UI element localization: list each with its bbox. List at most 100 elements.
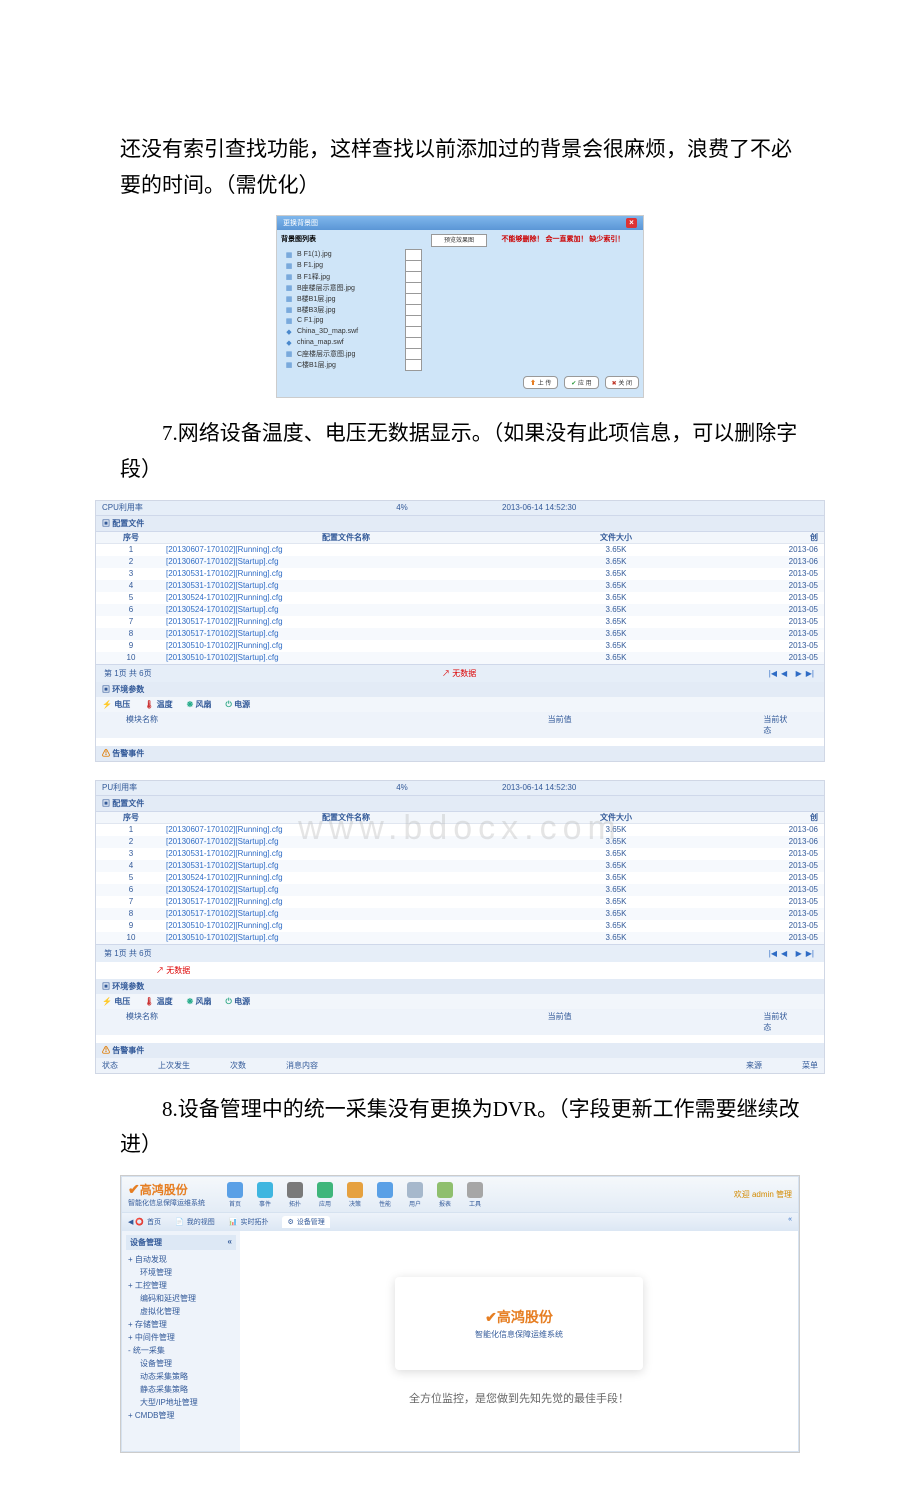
tab-fan[interactable]: ❋ 风扇 bbox=[187, 996, 212, 1007]
brand-logo: ✔高鸿股份 bbox=[128, 1181, 205, 1198]
table-row[interactable]: 2[20130607-170102][Startup].cfg3.65K2013… bbox=[96, 556, 824, 568]
table-row[interactable]: 6[20130524-170102][Startup].cfg3.65K2013… bbox=[96, 604, 824, 616]
config-section: ▣ 配置文件 bbox=[96, 796, 824, 812]
list-item[interactable]: B F1(1).jpg bbox=[297, 251, 405, 258]
tab-temp[interactable]: 🌡 温度 bbox=[144, 699, 172, 710]
menu-item[interactable]: 用户 bbox=[407, 1182, 423, 1208]
pager-nav[interactable]: |◀◀ ▶▶| bbox=[767, 949, 816, 958]
table-row[interactable]: 5[20130524-170102][Running].cfg3.65K2013… bbox=[96, 872, 824, 884]
menu-item[interactable]: 性能 bbox=[377, 1182, 393, 1208]
alarm-title: 告警事件 bbox=[112, 749, 144, 758]
tree-item[interactable]: 大型/IP地址管理 bbox=[126, 1396, 236, 1409]
image-icon: ◆ bbox=[281, 339, 297, 347]
menu-item[interactable]: 工具 bbox=[467, 1182, 483, 1208]
tree-item[interactable]: 虚拟化管理 bbox=[126, 1305, 236, 1318]
tab-voltage[interactable]: ⚡ 电压 bbox=[102, 699, 130, 710]
tab-myview[interactable]: 📄 我的视图 bbox=[175, 1216, 215, 1228]
list-item[interactable]: B座楼层示意图.jpg bbox=[297, 283, 405, 293]
table-row[interactable]: 5[20130524-170102][Running].cfg3.65K2013… bbox=[96, 592, 824, 604]
stat-value: 当前值 bbox=[386, 1009, 733, 1035]
table-row[interactable]: 6[20130524-170102][Startup].cfg3.65K2013… bbox=[96, 884, 824, 896]
table-row[interactable]: 10[20130510-170102][Startup].cfg3.65K201… bbox=[96, 652, 824, 664]
table-row[interactable]: 4[20130531-170102][Startup].cfg3.65K2013… bbox=[96, 580, 824, 592]
paragraph-7: 7.网络设备温度、电压无数据显示。（如果没有此项信息，可以删除字段） bbox=[120, 416, 800, 487]
tree-item[interactable]: - 统一采集 bbox=[126, 1344, 236, 1357]
table-row[interactable]: 8[20130517-170102][Startup].cfg3.65K2013… bbox=[96, 628, 824, 640]
tree-item[interactable]: 设备管理 bbox=[126, 1357, 236, 1370]
tree-item[interactable]: + 存储管理 bbox=[126, 1318, 236, 1331]
table-row[interactable]: 1[20130607-170102][Running].cfg3.65K2013… bbox=[96, 824, 824, 836]
menu-item[interactable]: 首页 bbox=[227, 1182, 243, 1208]
tab-bar: ◀ ⭕ 首页 📄 我的视图 📊 实时拓扑 ⚙ 设备管理 « bbox=[121, 1213, 799, 1231]
no-data-annotation: ↗ 无数据 bbox=[156, 966, 190, 975]
stat-state: 当前状态 bbox=[733, 712, 824, 738]
col-size: 文件大小 bbox=[526, 532, 706, 543]
table-row[interactable]: 1[20130607-170102][Running].cfg3.65K2013… bbox=[96, 544, 824, 556]
menu-item[interactable]: 应用 bbox=[317, 1182, 333, 1208]
col-index: 序号 bbox=[96, 532, 166, 543]
sidebar-title: 设备管理 « bbox=[126, 1235, 236, 1250]
table-row[interactable]: 3[20130531-170102][Running].cfg3.65K2013… bbox=[96, 568, 824, 580]
list-item[interactable]: B F1.jpg bbox=[297, 262, 405, 269]
table-row[interactable]: 10[20130510-170102][Startup].cfg3.65K201… bbox=[96, 932, 824, 944]
table-row[interactable]: 3[20130531-170102][Running].cfg3.65K2013… bbox=[96, 848, 824, 860]
table-row[interactable]: 7[20130517-170102][Running].cfg3.65K2013… bbox=[96, 616, 824, 628]
menu-item[interactable]: 事件 bbox=[257, 1182, 273, 1208]
config-section: ▣ 配置文件 bbox=[96, 516, 824, 532]
tab-voltage[interactable]: ⚡ 电压 bbox=[102, 996, 130, 1007]
tab-home[interactable]: ◀ ⭕ 首页 bbox=[128, 1216, 161, 1228]
tree-item[interactable]: + 中间件管理 bbox=[126, 1331, 236, 1344]
tab-power[interactable]: ⏻ 电源 bbox=[226, 996, 251, 1007]
tree-item[interactable]: + 自动发现 bbox=[126, 1253, 236, 1266]
power-icon: ⏻ bbox=[226, 997, 232, 1006]
menu-item[interactable]: 决策 bbox=[347, 1182, 363, 1208]
tree-item[interactable]: + 工控管理 bbox=[126, 1279, 236, 1292]
menu-item[interactable]: 报表 bbox=[437, 1182, 453, 1208]
table-row[interactable]: 7[20130517-170102][Running].cfg3.65K2013… bbox=[96, 896, 824, 908]
list-item[interactable]: C座楼层示意图.jpg bbox=[297, 349, 405, 359]
apply-button[interactable]: ✔ 应 用 bbox=[564, 376, 598, 389]
table-row[interactable]: 9[20130510-170102][Running].cfg3.65K2013… bbox=[96, 920, 824, 932]
table-row[interactable]: 9[20130510-170102][Running].cfg3.65K2013… bbox=[96, 640, 824, 652]
pager-nav[interactable]: |◀◀ ▶▶| bbox=[767, 669, 816, 678]
tab-topology[interactable]: 📊 实时拓扑 bbox=[229, 1216, 269, 1228]
env-section: ▣ 环境参数 bbox=[96, 682, 824, 697]
tree-item[interactable]: 环境管理 bbox=[126, 1266, 236, 1279]
config-panel-large: www.bdocx.com PU利用率 4% 2013-06-14 14:52:… bbox=[95, 780, 825, 1074]
close-button[interactable]: ✖ 关 闭 bbox=[605, 376, 639, 389]
alarm-col-count: 次数 bbox=[230, 1060, 246, 1071]
list-item[interactable]: C楼B1层.jpg bbox=[297, 360, 405, 370]
menu-item[interactable]: 拓扑 bbox=[287, 1182, 303, 1208]
tab-power[interactable]: ⏻ 电源 bbox=[226, 699, 251, 710]
tree-item[interactable]: 编码和延迟管理 bbox=[126, 1292, 236, 1305]
table-row[interactable]: 2[20130607-170102][Startup].cfg3.65K2013… bbox=[96, 836, 824, 848]
slogan: 全方位监控，是您做到先知先觉的最佳手段！ bbox=[409, 1390, 629, 1406]
list-item[interactable]: B F1释.jpg bbox=[297, 272, 405, 282]
env-tabs: ⚡ 电压 🌡 温度 ❋ 风扇 ⏻ 电源 bbox=[96, 697, 824, 712]
item-action[interactable] bbox=[405, 359, 422, 371]
upload-button[interactable]: ⬆ 上 传 bbox=[523, 376, 558, 389]
image-icon: ▦ bbox=[281, 350, 297, 358]
list-item[interactable]: B楼B3层.jpg bbox=[297, 305, 405, 315]
tree-item[interactable]: 静态采集策略 bbox=[126, 1383, 236, 1396]
tree-item[interactable]: 动态采集策略 bbox=[126, 1370, 236, 1383]
main-content: ✔高鸿股份 智能化信息保障运维系统 全方位监控，是您做到先知先觉的最佳手段！ bbox=[240, 1231, 798, 1451]
table-row[interactable]: 8[20130517-170102][Startup].cfg3.65K2013… bbox=[96, 908, 824, 920]
list-item[interactable]: china_map.swf bbox=[297, 339, 405, 346]
image-icon: ▦ bbox=[281, 317, 297, 325]
thermo-icon: 🌡 bbox=[144, 997, 154, 1006]
cpu-label: PU利用率 bbox=[96, 782, 302, 793]
tab-device-mgmt[interactable]: ⚙ 设备管理 bbox=[282, 1216, 329, 1228]
table-row[interactable]: 4[20130531-170102][Startup].cfg3.65K2013… bbox=[96, 860, 824, 872]
collapse-icon[interactable]: « bbox=[788, 1216, 792, 1228]
tree-item[interactable]: + CMDB管理 bbox=[126, 1409, 236, 1422]
list-item[interactable]: C F1.jpg bbox=[297, 317, 405, 324]
col-preview: 预览效果图 bbox=[431, 234, 487, 247]
list-item[interactable]: B楼B1层.jpg bbox=[297, 294, 405, 304]
tab-fan[interactable]: ❋ 风扇 bbox=[187, 699, 212, 710]
tab-temp[interactable]: 🌡 温度 bbox=[144, 996, 172, 1007]
close-icon[interactable]: × bbox=[626, 218, 637, 228]
alarm-col-last: 上次发生 bbox=[158, 1060, 190, 1071]
pager-text: 第 1页 共 6页 bbox=[104, 948, 152, 959]
list-item[interactable]: China_3D_map.swf bbox=[297, 328, 405, 335]
